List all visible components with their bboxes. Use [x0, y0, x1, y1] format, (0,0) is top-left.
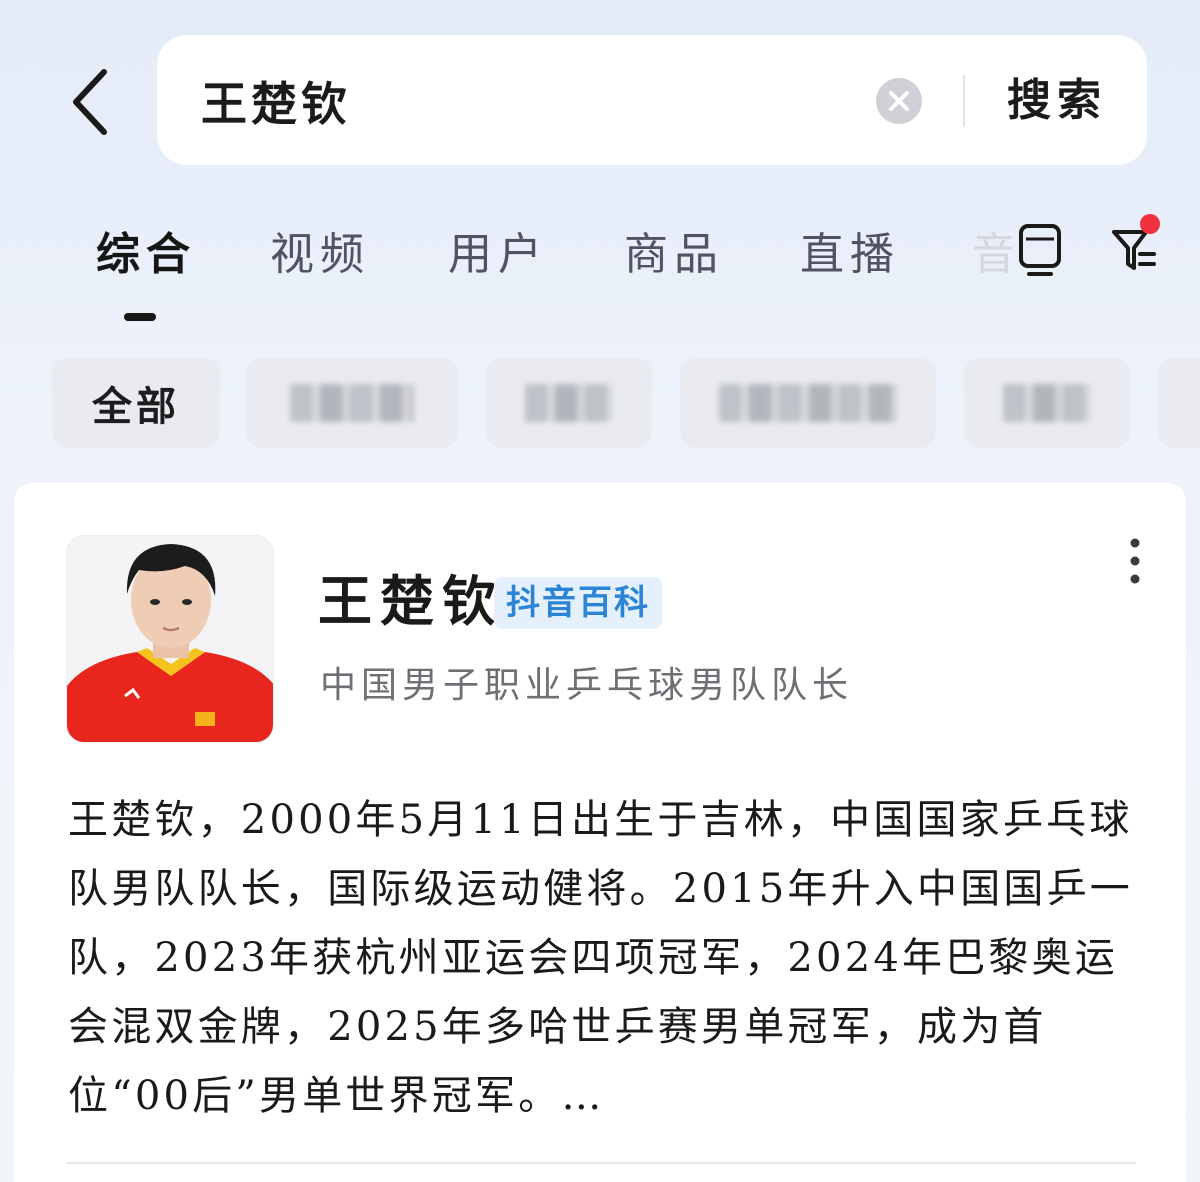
- tab-music[interactable]: 音: [972, 230, 1012, 280]
- search-input[interactable]: [201, 69, 801, 133]
- chip-blurred-4[interactable]: [964, 358, 1130, 448]
- tab-live[interactable]: 直播: [800, 230, 900, 280]
- active-tab-indicator: [124, 313, 156, 321]
- chip-all[interactable]: 全部: [52, 358, 220, 448]
- tab-products[interactable]: 商品: [624, 230, 724, 280]
- encyclopedia-card[interactable]: 王楚钦 抖音百科 中国男子职业乒乓球男队队长 王楚钦，2000年5月11日出生于…: [14, 483, 1186, 1182]
- blurred-label: [719, 384, 897, 422]
- search-divider: [963, 75, 965, 127]
- chip-blurred-5[interactable]: [1158, 358, 1200, 448]
- search-box: 搜索: [157, 35, 1147, 165]
- search-button[interactable]: 搜索: [1007, 73, 1107, 129]
- blurred-label: [525, 384, 613, 422]
- baike-badge[interactable]: 抖音百科: [494, 577, 662, 629]
- chip-blurred-1[interactable]: [246, 358, 458, 448]
- filter-icon[interactable]: [1108, 212, 1164, 276]
- blurred-label: [290, 384, 414, 422]
- entity-subtitle: 中国男子职业乒乓球男队队长: [320, 665, 854, 706]
- clear-search-button[interactable]: [876, 78, 922, 124]
- entity-name[interactable]: 王楚钦: [318, 569, 504, 633]
- blurred-label: [1003, 384, 1091, 422]
- tv-icon[interactable]: [1016, 222, 1064, 278]
- tab-video[interactable]: 视频: [270, 230, 370, 280]
- tab-users[interactable]: 用户: [448, 230, 548, 280]
- more-vertical-icon: [1130, 538, 1140, 584]
- chevron-left-icon: [73, 69, 107, 135]
- entity-description[interactable]: 王楚钦，2000年5月11日出生于吉林，中国国家乒乓球队男队队长，国际级运动健将…: [68, 786, 1138, 1131]
- clear-circle-icon: [889, 91, 909, 111]
- player-photo: [67, 536, 273, 742]
- card-divider: [66, 1162, 1136, 1164]
- more-options-button[interactable]: [1118, 535, 1152, 587]
- avatar: [66, 535, 274, 743]
- tab-comprehensive[interactable]: 综合: [96, 230, 196, 280]
- back-button[interactable]: [58, 62, 122, 142]
- chip-blurred-2[interactable]: [486, 358, 652, 448]
- chip-blurred-3[interactable]: [680, 358, 936, 448]
- chip-all-label: 全部: [92, 383, 180, 430]
